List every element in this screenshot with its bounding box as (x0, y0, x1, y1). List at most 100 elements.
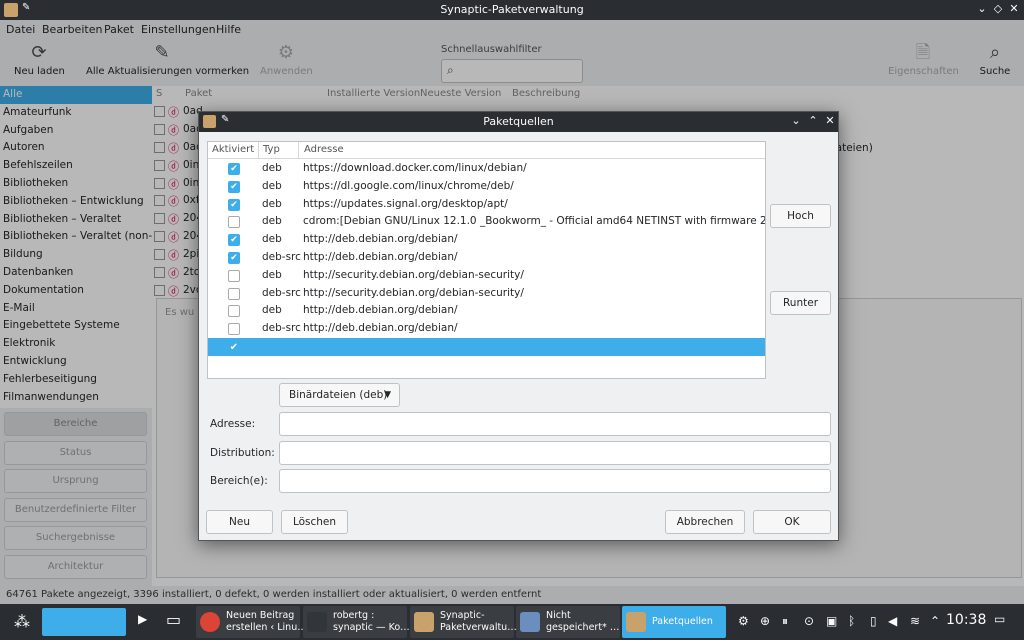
source-address: http://security.debian.org/debian-securi… (303, 268, 524, 281)
chrome-icon (200, 612, 220, 632)
source-enabled-checkbox[interactable]: ✔ (228, 180, 240, 193)
cancel-button[interactable]: Abbrechen (665, 510, 745, 534)
bluetooth-icon[interactable]: ᛒ (848, 614, 855, 628)
source-row[interactable]: ✔ (208, 338, 765, 356)
source-type: deb (262, 304, 282, 317)
dialog-title: Paketquellen (483, 115, 554, 128)
source-row[interactable]: ✔ deb https://updates.signal.org/desktop/a… (208, 196, 765, 214)
ok-button[interactable]: OK (753, 510, 831, 534)
close-icon[interactable]: ✕ (823, 114, 837, 127)
distribution-label: Distribution: (210, 447, 275, 459)
source-type: deb (262, 197, 282, 210)
source-enabled-checkbox[interactable] (228, 216, 240, 229)
package-icon (626, 612, 646, 632)
source-row[interactable]: ✔ deb-src http://deb.debian.org/debian/ (208, 249, 765, 267)
column-divider (258, 142, 259, 159)
task-synaptic[interactable]: Synaptic- Paketverwaltu… (410, 606, 517, 638)
delete-button[interactable]: Löschen (281, 510, 348, 534)
source-row[interactable]: deb-src http://deb.debian.org/debian/ (208, 320, 765, 338)
task-label: Synaptic- (440, 610, 485, 621)
task-label: Nicht (546, 610, 571, 621)
dialog-titlebar: ✎ Paketquellen ⌄ ⌃ ✕ (199, 112, 838, 132)
clock[interactable]: 10:38 (946, 612, 986, 628)
source-enabled-checkbox[interactable]: ✔ (228, 341, 240, 353)
new-button[interactable]: Neu (206, 510, 273, 534)
taskbar: ⁂ ▶ ▭ Neuen Beitrag erstellen ‹ Linu… rob… (0, 604, 1024, 640)
source-row[interactable]: deb cdrom:[Debian GNU/Linux 12.1.0 _Bookw… (208, 213, 765, 231)
close-icon[interactable]: ✕ (1006, 2, 1022, 15)
up-button[interactable]: Hoch (770, 204, 831, 228)
clipboard-icon[interactable]: ▣ (826, 614, 837, 628)
source-row[interactable]: deb http://security.debian.org/debian-sec… (208, 267, 765, 285)
column-divider (298, 142, 299, 159)
task-screenshot[interactable]: Nicht gespeichert* … (516, 606, 620, 638)
task-terminal[interactable]: robertg : synaptic — Ko… (303, 606, 410, 638)
source-address: https://dl.google.com/linux/chrome/deb/ (303, 179, 514, 192)
down-button[interactable]: Runter (770, 291, 831, 315)
source-row[interactable]: deb-src http://security.debian.org/debian… (208, 285, 765, 303)
minimize-icon[interactable]: ⌄ (974, 2, 990, 15)
source-row[interactable]: deb http://deb.debian.org/debian/ (208, 302, 765, 320)
source-row[interactable]: ✔ deb http://deb.debian.org/debian/ (208, 231, 765, 249)
window-title: Synaptic-Paketverwaltung (440, 3, 584, 16)
sections-input[interactable] (279, 469, 831, 493)
address-input[interactable] (279, 412, 831, 436)
terminal-icon (307, 612, 327, 632)
source-address: http://deb.debian.org/debian/ (303, 304, 458, 317)
task-paketquellen[interactable]: Paketquellen (622, 606, 726, 638)
tray-update-icon[interactable]: ⊕ (760, 614, 770, 628)
source-row[interactable]: ✔ deb https://dl.google.com/linux/chrome/d… (208, 178, 765, 196)
source-address: http://deb.debian.org/debian/ (303, 251, 458, 263)
source-address: http://deb.debian.org/debian/ (303, 322, 458, 335)
tray-settings-icon[interactable]: ⚙ (738, 614, 749, 628)
chevron-up-icon[interactable]: ⌃ (806, 114, 820, 127)
source-type: deb (262, 215, 282, 228)
maximize-icon[interactable]: ◇ (990, 2, 1006, 15)
source-type: deb (262, 233, 282, 246)
source-address: https://download.docker.com/linux/debian… (303, 162, 527, 174)
source-enabled-checkbox[interactable] (228, 269, 240, 282)
task-label: gespeichert* … (546, 622, 620, 633)
source-enabled-checkbox[interactable]: ✔ (228, 163, 240, 175)
folder-icon[interactable]: ▭ (166, 610, 181, 629)
source-type: deb (262, 179, 282, 192)
source-enabled-checkbox[interactable]: ✔ (228, 198, 240, 211)
package-icon (414, 612, 434, 632)
chevron-down-icon[interactable]: ⌄ (789, 114, 803, 127)
app-launcher-icon[interactable]: ⁂ (14, 612, 30, 631)
source-enabled-checkbox[interactable] (228, 305, 240, 318)
source-address: http://security.debian.org/debian-securi… (303, 286, 524, 299)
binary-type-select[interactable]: Binärdateien (deb) ▼ (279, 383, 400, 407)
show-desktop-icon[interactable]: ▭ (994, 612, 1005, 626)
chevron-up-icon[interactable]: ⌃ (930, 614, 940, 628)
wifi-icon[interactable]: ≋ (910, 614, 920, 628)
source-enabled-checkbox[interactable]: ✔ (228, 234, 240, 247)
source-type: deb (262, 162, 282, 174)
col-address[interactable]: Adresse (304, 144, 344, 155)
task-browser[interactable]: Neuen Beitrag erstellen ‹ Linu… (196, 606, 307, 638)
source-row[interactable]: ✔ deb https://download.docker.com/linux/de… (208, 160, 765, 178)
tray-media-icon[interactable]: ⏸ (782, 614, 788, 629)
source-enabled-checkbox[interactable]: ✔ (228, 252, 240, 264)
pager[interactable] (42, 608, 126, 636)
source-enabled-checkbox[interactable] (228, 287, 240, 300)
sources-table-header: Aktiviert Typ Adresse (208, 142, 765, 159)
tray-screenshot-icon[interactable]: ⊙ (804, 614, 814, 628)
repositories-dialog: ✎ Paketquellen ⌄ ⌃ ✕ Aktiviert Typ Adres… (198, 111, 839, 541)
task-label: Paketverwaltu… (440, 622, 517, 633)
sections-label: Bereich(e): (210, 475, 268, 487)
screenshot-icon (520, 612, 540, 632)
source-enabled-checkbox[interactable] (228, 323, 240, 336)
dropdown-arrow-icon: ▼ (384, 390, 391, 400)
col-enabled[interactable]: Aktiviert (212, 144, 254, 155)
battery-icon[interactable]: ▯ (870, 614, 877, 628)
col-type[interactable]: Typ (263, 144, 280, 155)
distribution-input[interactable] (279, 441, 831, 465)
source-address: cdrom:[Debian GNU/Linux 12.1.0 _Bookworm… (303, 215, 765, 228)
volume-icon[interactable]: ◀ (888, 614, 897, 628)
source-address: https://updates.signal.org/desktop/apt/ (303, 197, 508, 210)
address-label: Adresse: (210, 418, 256, 430)
terminal-icon[interactable]: ▶ (138, 612, 147, 626)
source-type: deb-src (262, 286, 301, 299)
task-label: Neuen Beitrag (226, 610, 295, 621)
